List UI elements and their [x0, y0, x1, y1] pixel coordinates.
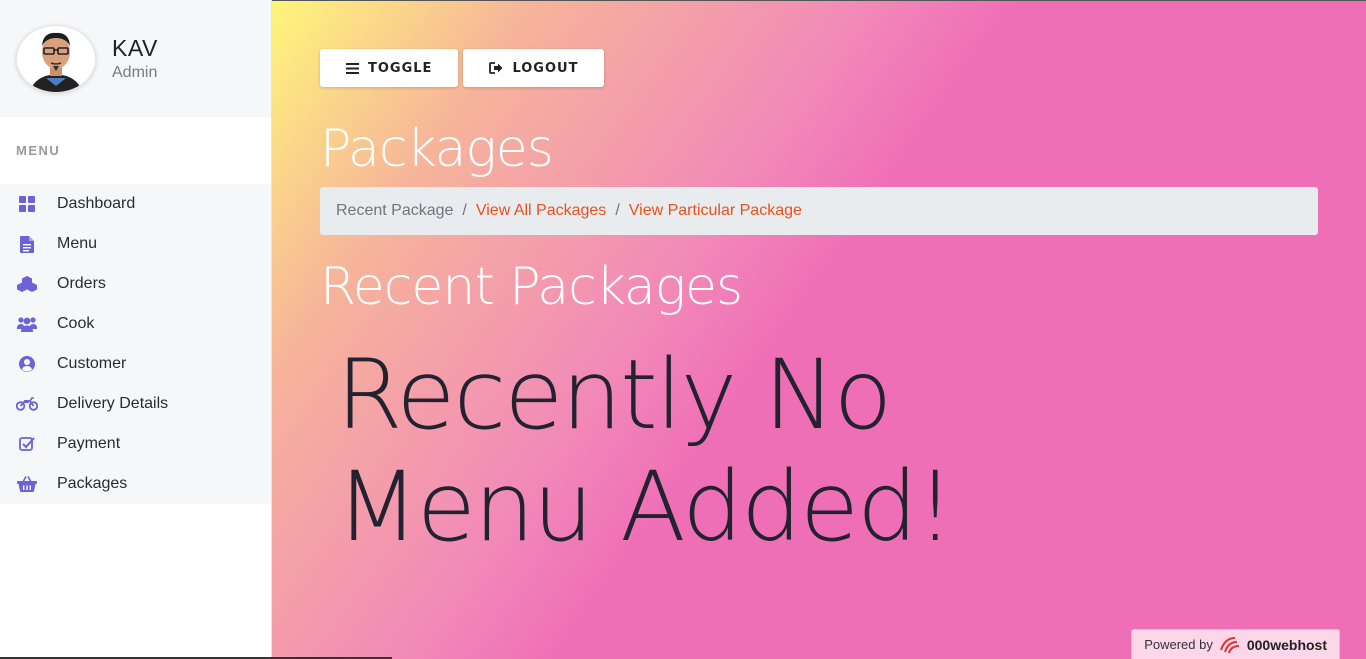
document-icon: [16, 235, 38, 253]
breadcrumb-link-view-all-packages[interactable]: View All Packages: [476, 202, 606, 220]
users-icon: [16, 315, 38, 333]
logout-button-label: LOGOUT: [512, 60, 579, 76]
user-circle-icon: [16, 355, 38, 373]
sidebar-item-label: Menu: [57, 235, 98, 252]
sidebar: KAV Admin MENU Dashboard Menu Orders Coo…: [0, 0, 272, 659]
toggle-button-label: TOGGLE: [368, 60, 433, 76]
sidebar-item-delivery-details[interactable]: Delivery Details: [0, 384, 271, 424]
sign-out-icon: [489, 62, 503, 74]
toolbar: TOGGLE LOGOUT: [320, 49, 605, 87]
sidebar-item-label: Cook: [57, 315, 95, 332]
hamburger-icon: [346, 62, 359, 74]
breadcrumb-link-view-particular-package[interactable]: View Particular Package: [629, 202, 802, 220]
profile-panel: KAV Admin: [0, 0, 271, 117]
dashboard-grid-icon: [16, 195, 38, 213]
menu-heading: MENU: [16, 143, 61, 158]
cubes-icon: [16, 275, 38, 293]
toggle-button[interactable]: TOGGLE: [320, 49, 459, 87]
breadcrumb-separator: /: [462, 202, 467, 219]
breadcrumb-separator: /: [615, 202, 620, 219]
sidebar-item-label: Payment: [57, 435, 121, 452]
powered-by-text: Powered by: [1144, 637, 1213, 652]
sidebar-item-payment[interactable]: Payment: [0, 424, 271, 464]
sidebar-item-cook[interactable]: Cook: [0, 304, 271, 344]
sidebar-item-label: Customer: [57, 355, 127, 372]
section-title: Recent Packages: [320, 257, 743, 317]
sidebar-item-label: Delivery Details: [57, 395, 169, 412]
sidebar-item-label: Orders: [57, 275, 106, 292]
sidebar-item-customer[interactable]: Customer: [0, 344, 271, 384]
profile-name: KAV: [112, 35, 158, 61]
empty-state-message: Recently No Menu Added!: [336, 339, 954, 563]
sidebar-menu: Dashboard Menu Orders Cook Customer Deli…: [0, 184, 271, 504]
sidebar-item-dashboard[interactable]: Dashboard: [0, 184, 271, 224]
motorcycle-icon: [16, 395, 38, 413]
sidebar-item-label: Packages: [57, 475, 128, 492]
sidebar-item-orders[interactable]: Orders: [0, 264, 271, 304]
basket-icon: [16, 475, 38, 493]
avatar[interactable]: [16, 24, 96, 93]
check-square-icon: [16, 435, 38, 453]
logout-button[interactable]: LOGOUT: [463, 49, 605, 87]
sidebar-item-menu[interactable]: Menu: [0, 224, 271, 264]
main-content: TOGGLE LOGOUT Packages Recent Package / …: [272, 0, 1366, 659]
profile-role: Admin: [112, 64, 158, 81]
webhost-brand: 000webhost: [1246, 636, 1327, 653]
sidebar-item-label: Dashboard: [57, 195, 136, 212]
sidebar-item-packages[interactable]: Packages: [0, 464, 271, 504]
breadcrumb-item-recent-package: Recent Package: [336, 202, 454, 219]
breadcrumb: Recent Package / View All Packages / Vie…: [320, 187, 1318, 235]
webhost-logo-icon: [1219, 636, 1239, 653]
avatar-portrait-icon: [30, 32, 82, 92]
page-title: Packages: [320, 119, 554, 179]
powered-by-badge[interactable]: Powered by 000webhost: [1131, 629, 1340, 659]
